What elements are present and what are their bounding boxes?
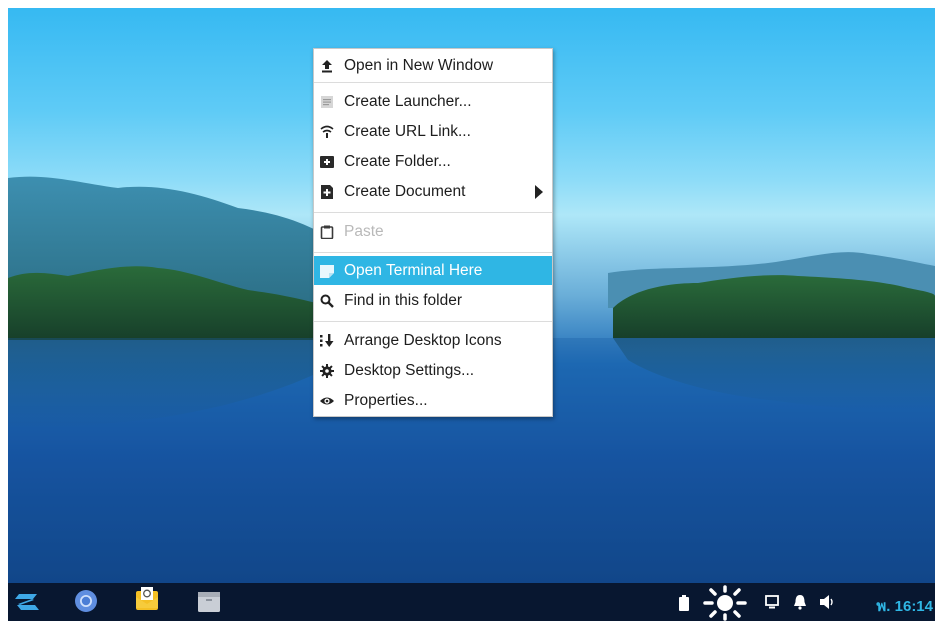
clipboard-icon xyxy=(320,225,334,239)
taskbar-clock[interactable]: พ. 16:14 xyxy=(876,594,933,618)
document-plus-icon xyxy=(320,184,334,199)
menu-item-create-url-link[interactable]: Create URL Link... xyxy=(314,117,552,146)
menu-item-label: Create Launcher... xyxy=(344,92,472,110)
menu-item-label: Create Document xyxy=(344,182,466,200)
menu-separator xyxy=(314,212,552,213)
menu-item-create-launcher[interactable]: Create Launcher... xyxy=(314,87,552,116)
menu-item-open-terminal-here[interactable]: Open Terminal Here xyxy=(314,256,552,285)
menu-item-label: Create Folder... xyxy=(344,152,451,170)
menu-item-create-folder[interactable]: Create Folder... xyxy=(314,147,552,176)
menu-item-label: Find in this folder xyxy=(344,291,463,309)
display-icon[interactable] xyxy=(765,595,779,614)
menu-item-label: Create URL Link... xyxy=(344,122,471,140)
submenu-arrow-icon xyxy=(535,185,543,199)
menu-item-label: Desktop Settings... xyxy=(344,361,475,379)
desktop-context-menu: Open in New Window Create Launcher... Cr… xyxy=(313,48,553,417)
eye-icon xyxy=(320,394,334,408)
taskbar: พ. 16:14 xyxy=(8,583,935,621)
menu-item-label: Open in New Window xyxy=(344,56,494,74)
chromium-icon[interactable] xyxy=(74,589,98,618)
menu-item-properties[interactable]: Properties... xyxy=(314,386,552,415)
link-icon xyxy=(320,125,334,139)
menu-item-label: Properties... xyxy=(344,391,428,409)
menu-item-create-document[interactable]: Create Document xyxy=(314,177,552,206)
menu-item-paste[interactable]: Paste xyxy=(314,217,552,246)
menu-separator xyxy=(314,321,552,322)
desktop[interactable]: Open in New Window Create Launcher... Cr… xyxy=(8,8,935,621)
menu-item-label: Paste xyxy=(344,222,384,240)
gear-icon xyxy=(320,363,334,378)
mail-icon[interactable] xyxy=(135,587,159,618)
upload-icon xyxy=(320,59,334,73)
search-icon xyxy=(320,294,334,308)
menu-item-find-in-this-folder[interactable]: Find in this folder xyxy=(314,286,552,315)
sort-icon xyxy=(320,333,334,348)
menu-separator xyxy=(314,82,552,83)
file-manager-icon[interactable] xyxy=(197,589,221,618)
menu-item-desktop-settings[interactable]: Desktop Settings... xyxy=(314,356,552,385)
zorin-menu-icon[interactable] xyxy=(15,591,39,618)
notification-bell-icon[interactable] xyxy=(793,594,807,615)
menu-item-label: Arrange Desktop Icons xyxy=(344,331,502,349)
document-lines-icon xyxy=(320,95,334,109)
folder-plus-icon xyxy=(320,155,334,169)
menu-item-open-in-new-window[interactable]: Open in New Window xyxy=(314,51,552,80)
menu-item-arrange-desktop-icons[interactable]: Arrange Desktop Icons xyxy=(314,326,552,355)
terminal-icon xyxy=(320,264,334,278)
battery-icon[interactable] xyxy=(679,595,689,616)
menu-separator xyxy=(314,252,552,253)
brightness-icon[interactable] xyxy=(701,585,749,621)
volume-icon[interactable] xyxy=(820,595,836,614)
desktop-wallpaper[interactable]: Open in New Window Create Launcher... Cr… xyxy=(8,8,935,583)
menu-item-label: Open Terminal Here xyxy=(344,261,483,279)
